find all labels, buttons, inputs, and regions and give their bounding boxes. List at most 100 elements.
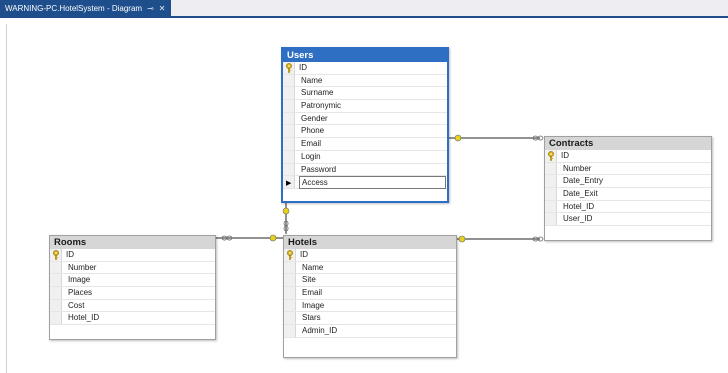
field-name: Gender — [301, 113, 328, 123]
field-name: Stars — [302, 313, 321, 323]
key-end-marker — [269, 234, 277, 242]
rooms-field-row[interactable]: Number — [50, 261, 215, 275]
relationship-hotels-rooms[interactable] — [216, 234, 283, 242]
hotels-fields: ID Name Site Email Image Stars Admin_ID — [284, 249, 456, 338]
hotels-field-row[interactable]: Email — [284, 287, 456, 300]
field-name: Hotel_ID — [563, 201, 595, 211]
key-icon — [286, 250, 294, 260]
row-gutter — [545, 188, 557, 200]
contracts-field-row[interactable]: User_ID — [545, 213, 711, 227]
field-name: ID — [299, 63, 307, 72]
hotels-field-row[interactable]: Site — [284, 274, 456, 288]
users-table[interactable]: Users ID Name Surname Patronymic Gender Phone… — [281, 47, 449, 203]
contracts-fields: ID Number Date_Entry Date_Exit Hotel_ID User_… — [545, 150, 711, 227]
field-name: ID — [66, 250, 74, 259]
rooms-fields: ID Number Image Places Cost Hotel_ID — [50, 249, 215, 326]
hotels-field-row[interactable]: Stars — [284, 312, 456, 326]
hotels-table[interactable]: Hotels ID Name Site Email Image Stars Admin_ID — [283, 235, 457, 358]
field-name: Patronymic — [301, 101, 342, 111]
rooms-table[interactable]: Rooms ID Number Image Places Cost Hotel_ID — [49, 235, 216, 340]
field-name: Admin_ID — [302, 326, 338, 336]
hotels-field-row[interactable]: ID — [284, 249, 456, 262]
row-gutter — [545, 200, 557, 213]
field-name: ID — [561, 151, 569, 160]
key-end-marker — [454, 134, 462, 142]
field-name: Site — [302, 275, 316, 285]
key-end-marker — [458, 235, 466, 243]
row-gutter — [50, 299, 62, 312]
row-gutter — [283, 74, 295, 87]
row-gutter — [284, 299, 296, 312]
field-name: Cost — [68, 300, 85, 310]
rooms-field-row[interactable]: ID — [50, 249, 215, 262]
row-gutter — [545, 213, 557, 226]
users-field-row[interactable]: ID — [283, 62, 447, 75]
contracts-field-row[interactable]: Hotel_ID — [545, 200, 711, 214]
row-gutter — [545, 162, 557, 175]
rooms-field-row[interactable]: Places — [50, 287, 215, 300]
users-fields: ID Name Surname Patronymic Gender Phone Email L… — [283, 62, 447, 189]
field-name: Phone — [301, 126, 325, 136]
key-icon — [285, 63, 293, 73]
field-name: Number — [563, 163, 592, 173]
field-name: Email — [301, 139, 322, 149]
users-field-row[interactable]: Patronymic — [283, 100, 447, 113]
field-name: Places — [68, 288, 93, 298]
users-field-row[interactable]: Gender — [283, 112, 447, 126]
field-name: Password — [301, 164, 337, 174]
row-gutter — [50, 274, 62, 287]
field-name: Surname — [301, 88, 334, 98]
rooms-field-row[interactable]: Hotel_ID — [50, 312, 215, 326]
row-gutter — [283, 100, 295, 112]
field-name: Email — [302, 288, 323, 298]
row-gutter — [284, 274, 296, 287]
relationship-users-hotels[interactable] — [282, 203, 290, 234]
contracts-field-row[interactable]: Date_Entry — [545, 175, 711, 189]
users-field-row[interactable]: Login — [283, 150, 447, 164]
contracts-field-row[interactable]: ID — [545, 150, 711, 163]
field-name: Date_Exit — [563, 189, 598, 199]
users-field-row[interactable]: Password — [283, 163, 447, 177]
rooms-field-row[interactable]: Image — [50, 274, 215, 288]
contracts-table-title: Contracts — [545, 137, 711, 150]
relationship-hotels-contracts[interactable] — [456, 235, 544, 243]
users-field-row[interactable]: Phone — [283, 125, 447, 139]
hotels-field-row[interactable]: Admin_ID — [284, 325, 456, 338]
field-name: ID — [300, 250, 308, 259]
row-gutter — [50, 261, 62, 274]
field-name: Access — [299, 175, 446, 189]
contracts-field-row[interactable]: Number — [545, 162, 711, 176]
row-gutter — [284, 312, 296, 325]
users-field-row[interactable]: Surname — [283, 87, 447, 101]
field-name: Image — [68, 275, 91, 285]
row-gutter — [283, 87, 295, 100]
field-name: Login — [301, 151, 321, 161]
field-name: Name — [301, 75, 323, 85]
contracts-table[interactable]: Contracts ID Number Date_Entry Date_Exit Hot… — [544, 136, 712, 241]
row-gutter — [284, 325, 296, 337]
row-gutter — [283, 138, 295, 150]
users-field-row[interactable]: Email — [283, 138, 447, 151]
rooms-field-row[interactable]: Cost — [50, 299, 215, 313]
field-name: Number — [68, 262, 97, 272]
row-gutter — [50, 287, 62, 299]
key-icon — [547, 151, 555, 161]
hotels-table-title: Hotels — [284, 236, 456, 249]
relationship-users-contracts[interactable] — [449, 134, 544, 142]
hotels-field-row[interactable]: Image — [284, 299, 456, 313]
hotels-field-row[interactable]: Name — [284, 261, 456, 275]
row-gutter — [284, 261, 296, 274]
row-selector-arrow-icon: ▶ — [286, 180, 292, 188]
field-name: Date_Entry — [563, 176, 604, 186]
row-gutter — [283, 125, 295, 138]
rooms-table-title: Rooms — [50, 236, 215, 249]
row-gutter — [283, 150, 295, 163]
row-gutter — [283, 163, 295, 176]
row-gutter — [545, 175, 557, 188]
contracts-field-row[interactable]: Date_Exit — [545, 188, 711, 201]
users-field-row[interactable]: ▶ Access — [283, 175, 447, 189]
key-end-marker — [282, 207, 290, 215]
field-name: User_ID — [563, 214, 593, 224]
row-gutter — [283, 112, 295, 125]
users-field-row[interactable]: Name — [283, 74, 447, 88]
